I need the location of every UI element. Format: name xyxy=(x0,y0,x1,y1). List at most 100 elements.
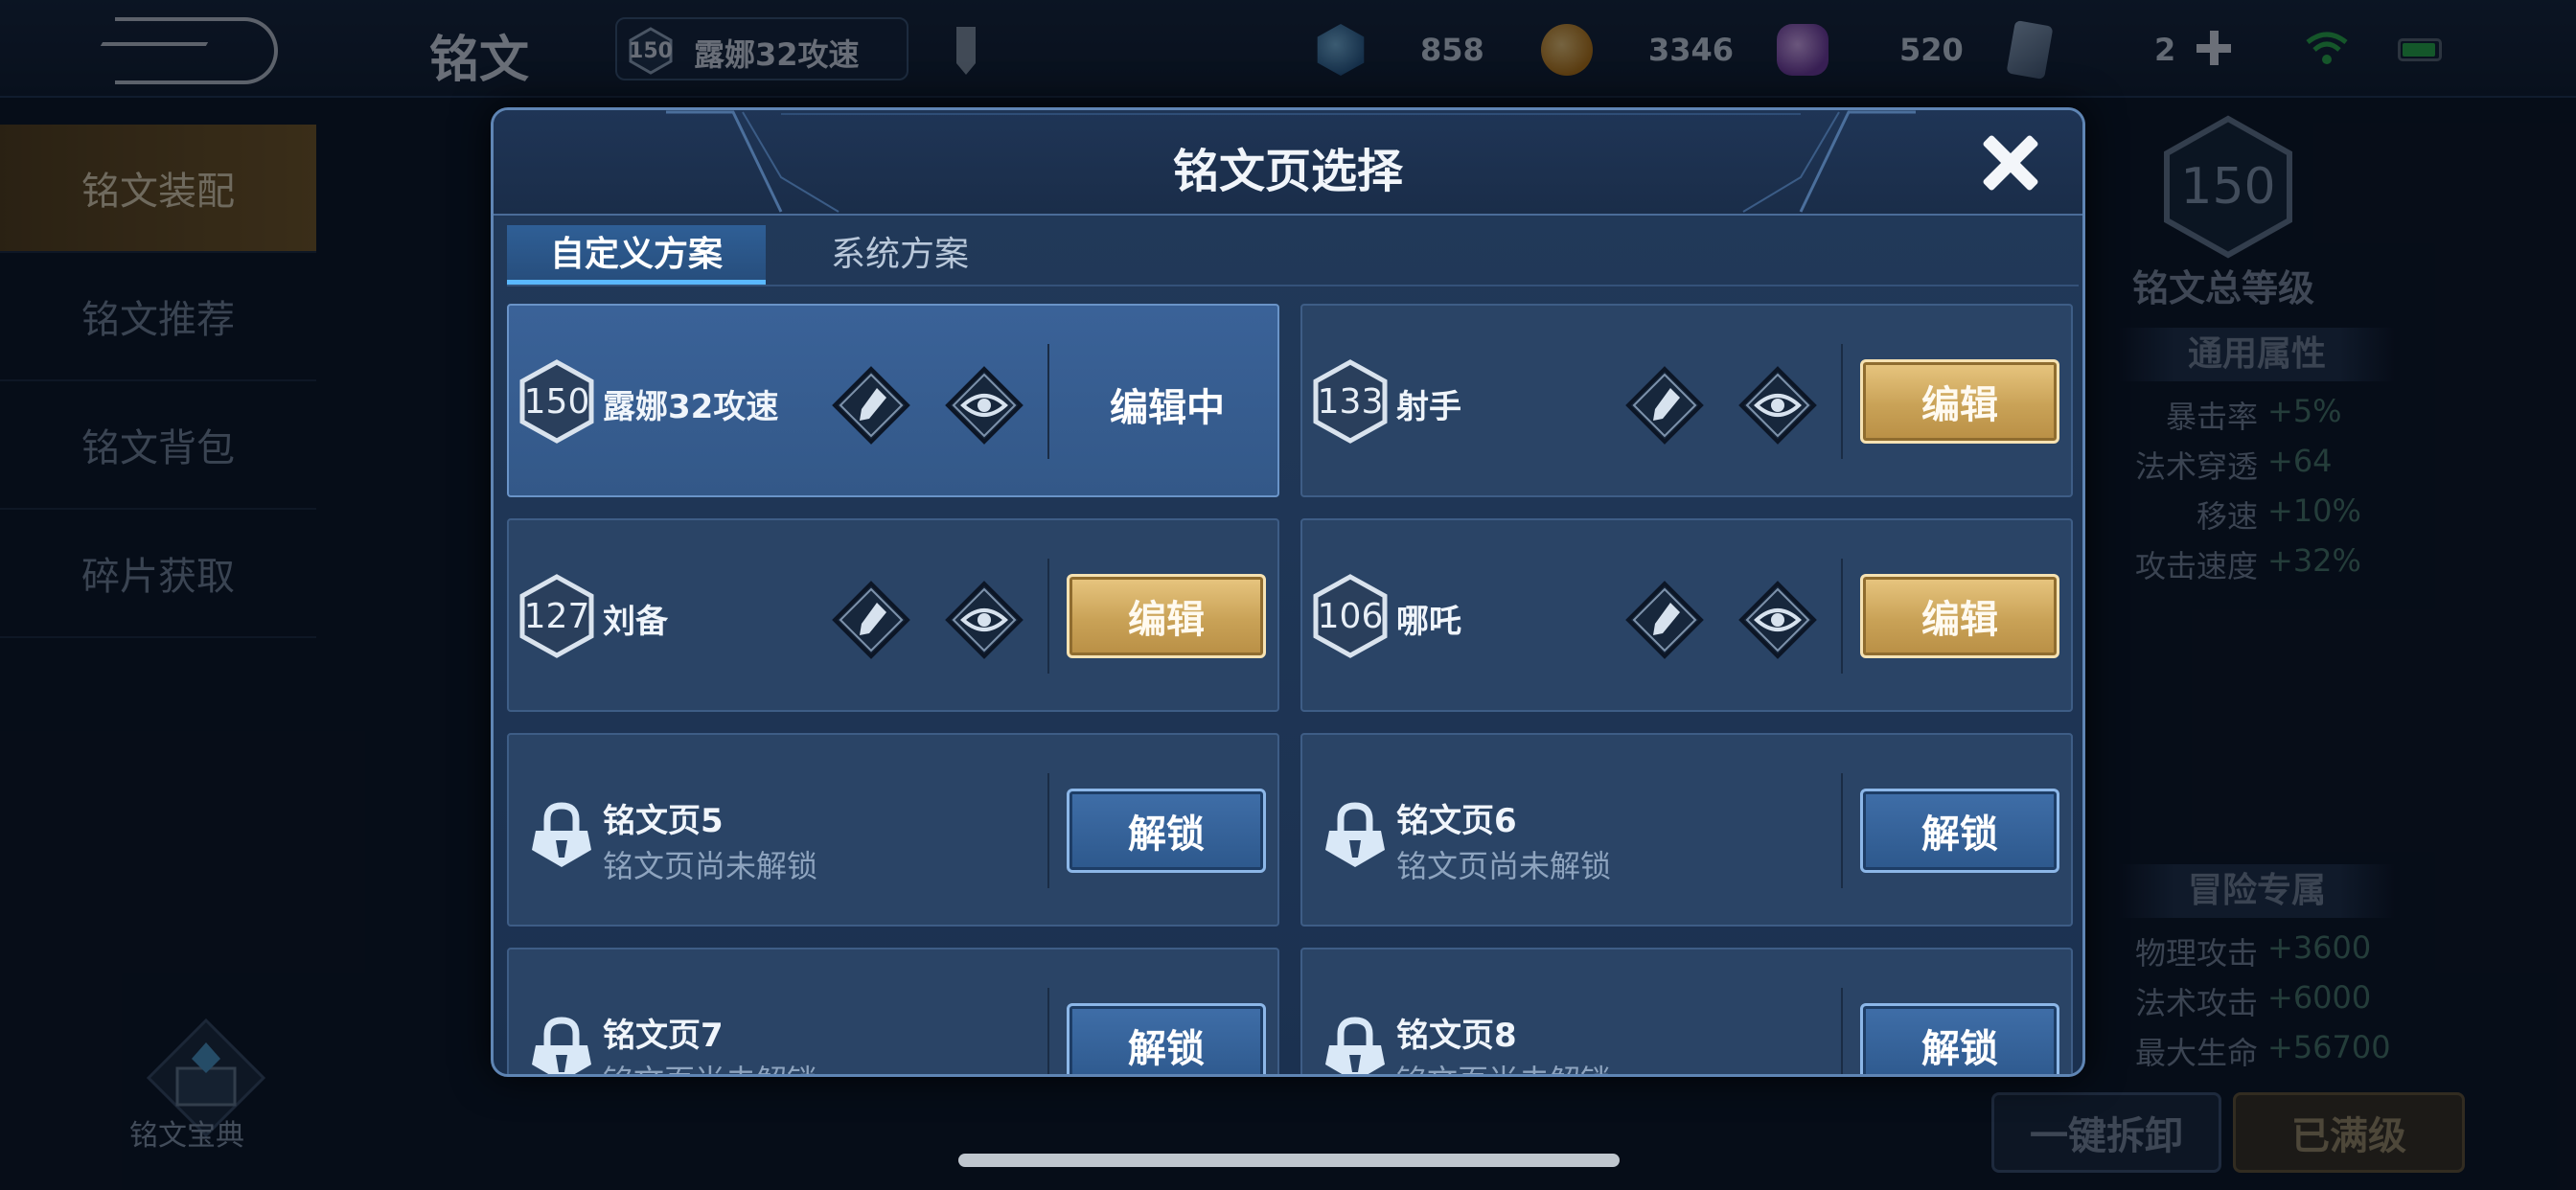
close-button[interactable] xyxy=(1977,129,2044,196)
rune-page-select-dialog: 铭文页选择 自定义方案 系统方案 150 露娜32攻速 编辑中 133 射手 编… xyxy=(491,107,2085,1077)
edit-pencil-icon[interactable] xyxy=(831,580,911,660)
page-locked-note: 铭文页尚未解锁 xyxy=(603,1057,817,1074)
attr-name: 法术攻击 xyxy=(2134,985,2258,1021)
attr-value: +56700 xyxy=(2267,1029,2391,1065)
page-name: 露娜32攻速 xyxy=(603,388,779,426)
attr-value: +5% xyxy=(2267,393,2342,429)
card-resource: 2 xyxy=(2006,19,2175,80)
locked-page-card[interactable]: 铭文页6 铭文页尚未解锁 解锁 xyxy=(1300,733,2073,927)
tab-system[interactable]: 系统方案 xyxy=(766,225,1034,285)
locked-page-card[interactable]: 铭文页8 铭文页尚未解锁 解锁 xyxy=(1300,948,2073,1074)
preview-eye-icon[interactable] xyxy=(1737,365,1818,446)
card-divider xyxy=(1841,773,1843,888)
coin-resource: 3346 xyxy=(1541,23,1734,77)
codex-label: 铭文宝典 xyxy=(129,1119,244,1153)
attr-value: +64 xyxy=(2267,443,2333,479)
edit-button[interactable]: 编辑 xyxy=(1067,574,1266,658)
crystal-resource: 858 xyxy=(1315,23,1484,77)
sidebar-item-equip[interactable]: 铭文装配 xyxy=(0,125,316,253)
locked-page-card[interactable]: 铭文页7 铭文页尚未解锁 解锁 xyxy=(507,948,1279,1074)
battery-icon xyxy=(2398,38,2442,61)
page-locked-note: 铭文页尚未解锁 xyxy=(1396,848,1612,884)
level-hex-icon: 150 xyxy=(518,358,595,445)
crystal-icon xyxy=(1317,24,1365,76)
rune-page-card[interactable]: 133 射手 编辑 xyxy=(1300,304,2073,497)
sidebar-item-fragments[interactable]: 碎片获取 xyxy=(0,510,316,638)
page-locked-note: 铭文页尚未解锁 xyxy=(1396,1057,1611,1074)
gem-resource: 520 xyxy=(1777,23,1964,77)
locked-page-card[interactable]: 铭文页5 铭文页尚未解锁 解锁 xyxy=(507,733,1279,927)
page-locked-note: 铭文页尚未解锁 xyxy=(603,848,818,884)
back-button[interactable] xyxy=(115,17,278,84)
edit-pencil-icon[interactable] xyxy=(831,365,911,446)
preview-eye-icon[interactable] xyxy=(944,580,1024,660)
general-attrs-title: 通用属性 xyxy=(2118,328,2396,381)
card-icon xyxy=(2006,19,2054,80)
card-divider xyxy=(1047,344,1049,459)
preview-eye-icon[interactable] xyxy=(944,365,1024,446)
maxed-button[interactable]: 已满级 xyxy=(2233,1092,2465,1173)
unequip-all-button[interactable]: 一键拆卸 xyxy=(1991,1092,2221,1173)
adventure-attrs-title: 冒险专属 xyxy=(2118,864,2396,918)
unlock-button[interactable]: 解锁 xyxy=(1860,1003,2059,1074)
attr-name: 法术穿透 xyxy=(2134,448,2258,485)
rune-page-card[interactable]: 106 哪吒 编辑 xyxy=(1300,518,2073,712)
page-name: 铭文页8 xyxy=(1396,1017,1517,1055)
card-divider xyxy=(1047,988,1049,1074)
sidebar-item-bag[interactable]: 铭文背包 xyxy=(0,381,316,510)
attr-value: +6000 xyxy=(2267,979,2372,1016)
level-hex-icon: 127 xyxy=(518,573,595,659)
level-hex-icon: 133 xyxy=(1312,358,1389,445)
card-divider xyxy=(1841,988,1843,1074)
tab-custom[interactable]: 自定义方案 xyxy=(507,225,766,285)
editing-status: 编辑中 xyxy=(1110,386,1225,430)
dialog-tabs: 自定义方案 系统方案 xyxy=(507,225,2079,286)
attr-name: 暴击率 xyxy=(2165,399,2258,435)
unlock-button[interactable]: 解锁 xyxy=(1067,789,1266,873)
unlock-button[interactable]: 解锁 xyxy=(1860,789,2059,873)
card-divider xyxy=(1047,773,1049,888)
lock-icon xyxy=(1325,1017,1385,1074)
page-name: 铭文页7 xyxy=(603,1017,724,1055)
page-name: 射手 xyxy=(1396,388,1461,426)
rune-page-card[interactable]: 150 露娜32攻速 编辑中 xyxy=(507,304,1279,497)
add-card-button[interactable] xyxy=(2195,29,2233,67)
sidebar-item-recommend[interactable]: 铭文推荐 xyxy=(0,253,316,381)
rename-pencil-icon[interactable] xyxy=(947,21,981,79)
page-name: 铭文页5 xyxy=(603,802,724,840)
dialog-header: 铭文页选择 xyxy=(494,110,2082,216)
edit-button[interactable]: 编辑 xyxy=(1860,359,2059,444)
page-name: 铭文页6 xyxy=(1396,802,1517,840)
current-page-selector[interactable]: 150 露娜32攻速 xyxy=(615,17,908,80)
card-divider xyxy=(1841,559,1843,674)
rune-page-card[interactable]: 127 刘备 编辑 xyxy=(507,518,1279,712)
edit-button[interactable]: 编辑 xyxy=(1860,574,2059,658)
lock-icon xyxy=(1325,802,1385,867)
attr-name: 移速 xyxy=(2196,498,2258,535)
edit-pencil-icon[interactable] xyxy=(1624,365,1705,446)
edit-pencil-icon[interactable] xyxy=(1624,580,1705,660)
total-level-label: 铭文总等级 xyxy=(2132,267,2315,309)
page-name: 哪吒 xyxy=(1396,603,1461,641)
level-hex-icon: 106 xyxy=(1312,573,1389,659)
dialog-title: 铭文页选择 xyxy=(1172,145,1403,198)
top-bar: 铭文 150 露娜32攻速 858 3346 520 2 xyxy=(0,0,2576,98)
lock-icon xyxy=(532,802,591,867)
lock-icon xyxy=(532,1017,591,1074)
level-hex-icon: 150 xyxy=(627,27,675,75)
unlock-button[interactable]: 解锁 xyxy=(1067,1003,1266,1074)
coin-icon xyxy=(1541,24,1593,76)
attr-name: 物理攻击 xyxy=(2134,935,2258,972)
attr-value: +10% xyxy=(2267,492,2361,529)
gem-icon xyxy=(1777,24,1828,76)
page-name: 刘备 xyxy=(603,603,668,641)
card-divider xyxy=(1047,559,1049,674)
attr-value: +3600 xyxy=(2267,929,2372,966)
home-indicator[interactable] xyxy=(958,1154,1620,1167)
total-level-hex-icon: 150 xyxy=(2161,115,2295,259)
wifi-icon xyxy=(2306,32,2348,64)
page-title: 铭文 xyxy=(429,32,530,89)
attr-name: 最大生命 xyxy=(2134,1035,2258,1071)
attr-value: +32% xyxy=(2267,542,2361,579)
preview-eye-icon[interactable] xyxy=(1737,580,1818,660)
